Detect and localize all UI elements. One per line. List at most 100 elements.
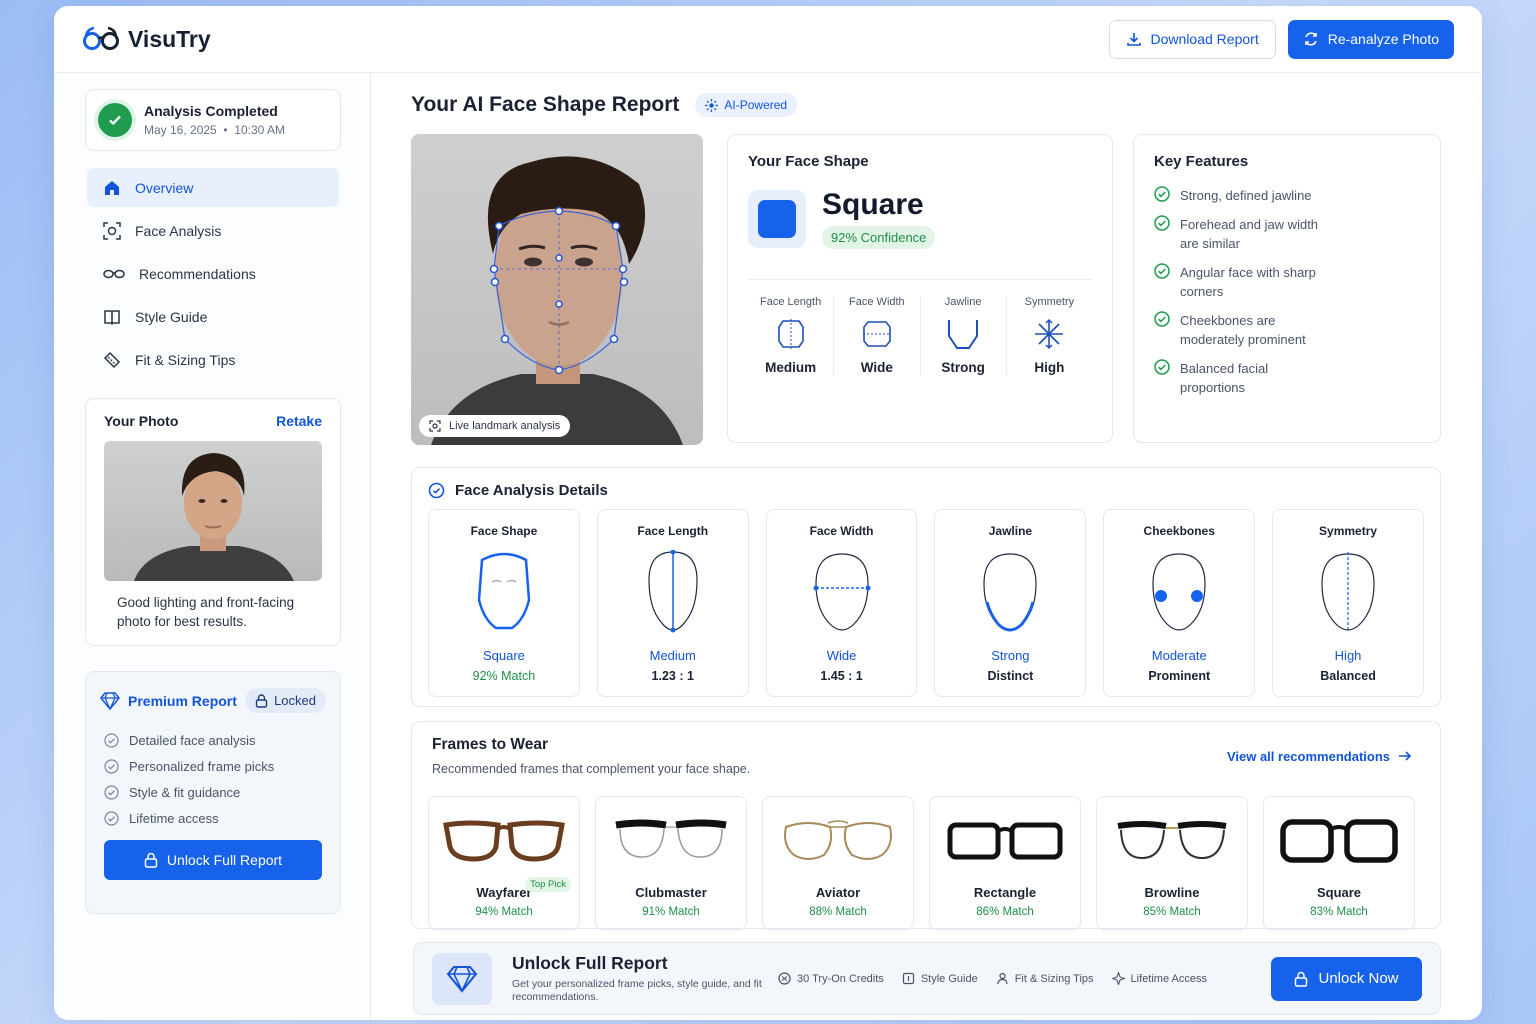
your-photo-card: Your Photo Retake Good lighting and fron… bbox=[85, 398, 341, 646]
app-name: VisuTry bbox=[128, 25, 211, 52]
check-circle-icon bbox=[104, 785, 119, 800]
wayfarer-glasses-icon bbox=[443, 820, 565, 862]
list-item: Detailed face analysis bbox=[100, 733, 326, 748]
metric-symmetry: Symmetry High bbox=[1024, 296, 1075, 375]
sparkle-icon bbox=[1111, 972, 1125, 985]
glasses-logo-icon bbox=[83, 26, 119, 50]
lock-icon bbox=[144, 852, 158, 868]
face-length-outline-icon bbox=[648, 550, 698, 633]
premium-report-card: Premium Report Locked Detailed face anal… bbox=[85, 671, 341, 914]
target-icon bbox=[428, 482, 445, 499]
logo[interactable]: VisuTry bbox=[82, 26, 211, 53]
face-analysis-details: Face Analysis Details Face Shape Square … bbox=[411, 467, 1441, 707]
person-icon bbox=[997, 972, 1008, 985]
feature-style-guide: Style Guide bbox=[902, 972, 978, 985]
status-datetime: May 16, 2025 • 10:30 AM bbox=[144, 123, 285, 137]
feature-fit-sizing-tips: Fit & Sizing Tips bbox=[996, 972, 1094, 985]
rectangle-glasses-icon bbox=[947, 822, 1063, 860]
reanalyze-photo-button[interactable]: Re-analyze Photo bbox=[1287, 19, 1454, 59]
cheekbones-outline-icon bbox=[1152, 553, 1206, 631]
premium-report-title: Premium Report bbox=[128, 692, 237, 709]
list-item: Forehead and jaw width are similar bbox=[1154, 215, 1420, 253]
top-pick-badge: Top Pick bbox=[525, 877, 571, 892]
retake-link[interactable]: Retake bbox=[276, 413, 322, 429]
check-circle-icon bbox=[104, 811, 119, 826]
glasses-icon bbox=[103, 269, 125, 278]
feature-try-on-credits: 30 Try-On Credits bbox=[778, 972, 884, 985]
unlock-banner: Unlock Full Report Get your personalized… bbox=[413, 942, 1441, 1015]
unlock-now-button[interactable]: Unlock Now bbox=[1271, 956, 1422, 1001]
square-glasses-icon bbox=[1280, 819, 1398, 863]
sidebar-item-fit-sizing[interactable]: Fit & Sizing Tips bbox=[87, 340, 339, 379]
clubmaster-glasses-icon bbox=[615, 819, 727, 858]
photo-tip: Good lighting and front-facing photo for… bbox=[117, 595, 295, 629]
sidebar-item-face-analysis[interactable]: Face Analysis bbox=[87, 211, 339, 250]
check-circle-icon bbox=[1154, 359, 1170, 375]
list-item: Personalized frame picks bbox=[100, 759, 326, 774]
view-all-recommendations-link[interactable]: View all recommendations bbox=[1227, 736, 1412, 776]
frame-card-square[interactable]: Square 83% Match bbox=[1263, 796, 1415, 930]
details-title: Face Analysis Details bbox=[455, 482, 608, 499]
face-shape-card: Your Face Shape Square 92% Confidence Fa… bbox=[727, 134, 1113, 443]
banner-subtitle: Get your personalized frame picks, style… bbox=[512, 978, 762, 1003]
frames-subtitle: Recommended frames that complement your … bbox=[432, 762, 751, 776]
face-shape-name: Square bbox=[822, 188, 924, 221]
jawline-icon bbox=[948, 320, 979, 349]
frame-card-wayfarer[interactable]: Wayfarer 94% Match Top Pick bbox=[428, 796, 580, 930]
sidebar-item-style-guide[interactable]: Style Guide bbox=[87, 297, 339, 336]
app-window: VisuTry Download Report Re-analyze Photo… bbox=[54, 6, 1482, 1020]
your-photo-title: Your Photo bbox=[104, 413, 179, 429]
analysis-status-card: Analysis Completed May 16, 2025 • 10:30 … bbox=[85, 89, 341, 151]
frames-title: Frames to Wear bbox=[432, 736, 549, 753]
sidebar: Analysis Completed May 16, 2025 • 10:30 … bbox=[54, 73, 371, 1020]
sidebar-item-recommendations[interactable]: Recommendations bbox=[87, 254, 339, 293]
list-item: Angular face with sharp corners bbox=[1154, 263, 1420, 301]
detail-jawline: Jawline Strong Distinct bbox=[934, 509, 1087, 697]
detail-cheekbones: Cheekbones Moderate Prominent bbox=[1103, 509, 1256, 697]
face-width-icon bbox=[862, 321, 891, 347]
sidebar-item-label: Fit & Sizing Tips bbox=[135, 351, 236, 368]
jawline-outline-icon bbox=[983, 553, 1037, 632]
face-shape-title: Your Face Shape bbox=[748, 153, 869, 170]
list-item: Cheekbones are moderately prominent bbox=[1154, 311, 1420, 349]
unlock-full-report-button[interactable]: Unlock Full Report bbox=[104, 840, 322, 880]
diamond-icon bbox=[100, 691, 120, 710]
detail-face-length: Face Length Medium 1.23 : 1 bbox=[596, 509, 749, 697]
frame-card-browline[interactable]: Browline 85% Match bbox=[1096, 796, 1248, 930]
book-icon bbox=[104, 309, 120, 325]
download-report-button[interactable]: Download Report bbox=[1108, 19, 1276, 59]
main-content: Your AI Face Shape Report AI-Powered Liv… bbox=[411, 73, 1451, 1020]
check-circle-icon bbox=[104, 733, 119, 748]
live-analysis-badge: Live landmark analysis bbox=[419, 415, 571, 437]
locked-badge: Locked bbox=[245, 688, 326, 713]
sidebar-item-label: Recommendations bbox=[139, 265, 256, 282]
refresh-icon bbox=[1304, 32, 1317, 46]
frames-to-wear: Frames to Wear Recommended frames that c… bbox=[411, 721, 1441, 930]
check-circle-icon bbox=[98, 103, 132, 137]
face-landmark-photo: Live landmark analysis bbox=[411, 134, 703, 445]
arrow-right-icon bbox=[1399, 751, 1412, 761]
confidence-badge: 92% Confidence bbox=[822, 226, 936, 249]
list-item: Style & fit guidance bbox=[100, 785, 326, 800]
symmetry-outline-icon bbox=[1321, 552, 1375, 632]
check-circle-icon bbox=[104, 759, 119, 774]
frame-card-clubmaster[interactable]: Clubmaster 91% Match bbox=[595, 796, 747, 930]
key-features-title: Key Features bbox=[1154, 153, 1249, 170]
sidebar-item-label: Face Analysis bbox=[135, 222, 222, 239]
check-circle-icon bbox=[1154, 263, 1170, 279]
face-length-icon bbox=[777, 319, 804, 349]
list-item: Balanced facial proportions bbox=[1154, 359, 1420, 397]
ai-powered-badge: AI-Powered bbox=[695, 93, 798, 117]
aviator-glasses-icon bbox=[784, 820, 892, 860]
frame-card-rectangle[interactable]: Rectangle 86% Match bbox=[929, 796, 1081, 930]
face-metrics: Face Length Medium Face Width Wide Jawli… bbox=[748, 279, 1092, 375]
scan-face-icon bbox=[103, 221, 121, 240]
browline-glasses-icon bbox=[1117, 821, 1227, 860]
metric-jawline: Jawline Strong bbox=[921, 296, 1007, 375]
frame-card-aviator[interactable]: Aviator 88% Match bbox=[762, 796, 914, 930]
status-title: Analysis Completed bbox=[144, 103, 278, 119]
uploaded-photo-thumbnail bbox=[104, 441, 322, 581]
detail-face-width: Face Width Wide 1.45 : 1 bbox=[765, 509, 918, 697]
sidebar-item-overview[interactable]: Overview bbox=[87, 168, 339, 207]
sparkle-icon bbox=[705, 98, 719, 112]
